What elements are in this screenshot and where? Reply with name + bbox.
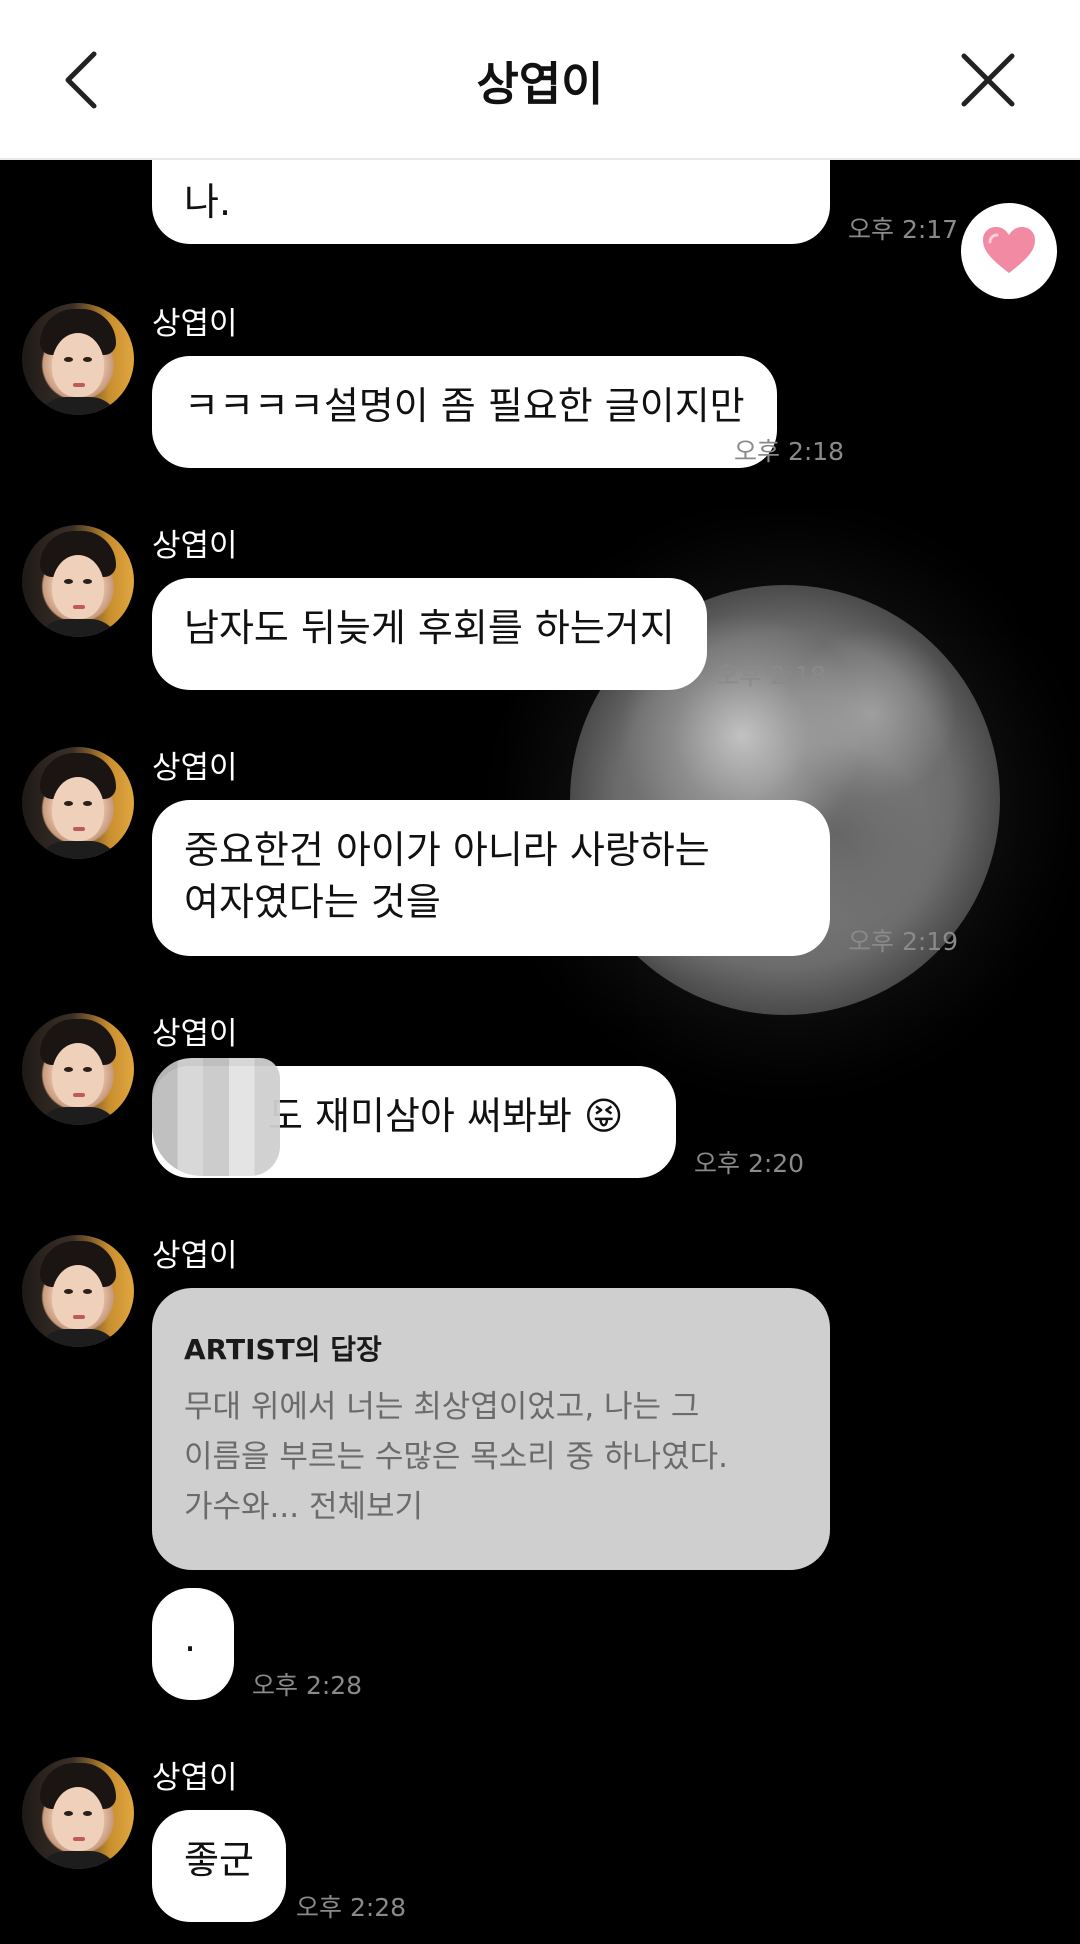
message-bubble[interactable]: 좋군 [152,1810,286,1922]
message-time: 오후 2:19 [848,927,959,956]
message-bubble[interactable]: 중요한건 아이가 아니라 사랑하는 여자였다는 것을 [152,800,830,956]
like-button[interactable] [961,203,1057,299]
blurred-redaction [152,1058,280,1176]
chat-title: 상엽이 [476,57,604,111]
avatar[interactable] [22,525,134,637]
message-text: 여자였다는 것을 [184,880,441,924]
sender-name: 상엽이 [152,750,238,786]
message-bubble[interactable]: . [152,1588,234,1700]
artist-reply-card[interactable]: ARTIST의 답장 무대 위에서 너는 최상엽이었고, 나는 그 이름을 부르… [152,1288,830,1570]
message-text: ㅋㅋㅋㅋ설명이 좀 필요한 글이지만 [184,384,745,428]
reply-line: 무대 위에서 너는 최상엽이었고, 나는 그 [184,1389,700,1425]
heart-icon [983,227,1035,273]
message-list[interactable]: 나. 오후 2:17 상엽이 ㅋㅋㅋㅋ설명이 좀 필요한 글이지만 오후 2:1… [0,160,1080,1944]
sender-name: 상엽이 [152,306,238,342]
sender-name: 상엽이 [152,1760,238,1796]
message-time: 오후 2:18 [716,661,827,690]
message-time: 오후 2:28 [296,1893,407,1922]
avatar[interactable] [22,1013,134,1125]
message-time: 오후 2:20 [694,1149,805,1178]
close-button[interactable] [948,40,1028,120]
avatar[interactable] [22,747,134,859]
sender-name: 상엽이 [152,528,238,564]
message-bubble[interactable]: 나. [152,160,830,244]
avatar[interactable] [22,1757,134,1869]
chat-screen: 상엽이 나. 오후 2:17 상엽이 ㅋㅋㅋㅋ설명이 좀 필요한 글이지만 오후… [0,0,1080,1944]
message-text: 도 재미삼아 써봐봐 [268,1094,584,1138]
message-text: 남자도 뒤늦게 후회를 하는거지 [184,606,675,650]
emoji-sticker: 😝 [583,1094,624,1138]
reply-preview: 무대 위에서 너는 최상엽이었고, 나는 그 이름을 부르는 수많은 목소리 중… [184,1382,798,1532]
message-text: 중요한건 아이가 아니라 사랑하는 [184,828,710,872]
message-text: . [184,1616,197,1660]
message-bubble[interactable]: 남자도 뒤늦게 후회를 하는거지 [152,578,707,690]
sender-name: 상엽이 [152,1238,238,1274]
message-time: 오후 2:28 [252,1671,363,1700]
reply-line-see-more[interactable]: 가수와... 전체보기 [184,1482,798,1532]
close-icon [961,53,1015,107]
message-text: 좋군 [184,1838,254,1882]
message-time: 오후 2:18 [734,437,845,466]
avatar[interactable] [22,303,134,415]
message-bubble[interactable]: ㅋㅋㅋㅋ설명이 좀 필요한 글이지만 [152,356,777,468]
message-time: 오후 2:17 [848,215,959,244]
avatar[interactable] [22,1235,134,1347]
top-bar: 상엽이 [0,0,1080,160]
reply-title: ARTIST의 답장 [184,1333,382,1366]
sender-name: 상엽이 [152,1016,238,1052]
message-text: 나. [184,180,232,224]
reply-line: 이름을 부르는 수많은 목소리 중 하나였다. [184,1439,728,1475]
